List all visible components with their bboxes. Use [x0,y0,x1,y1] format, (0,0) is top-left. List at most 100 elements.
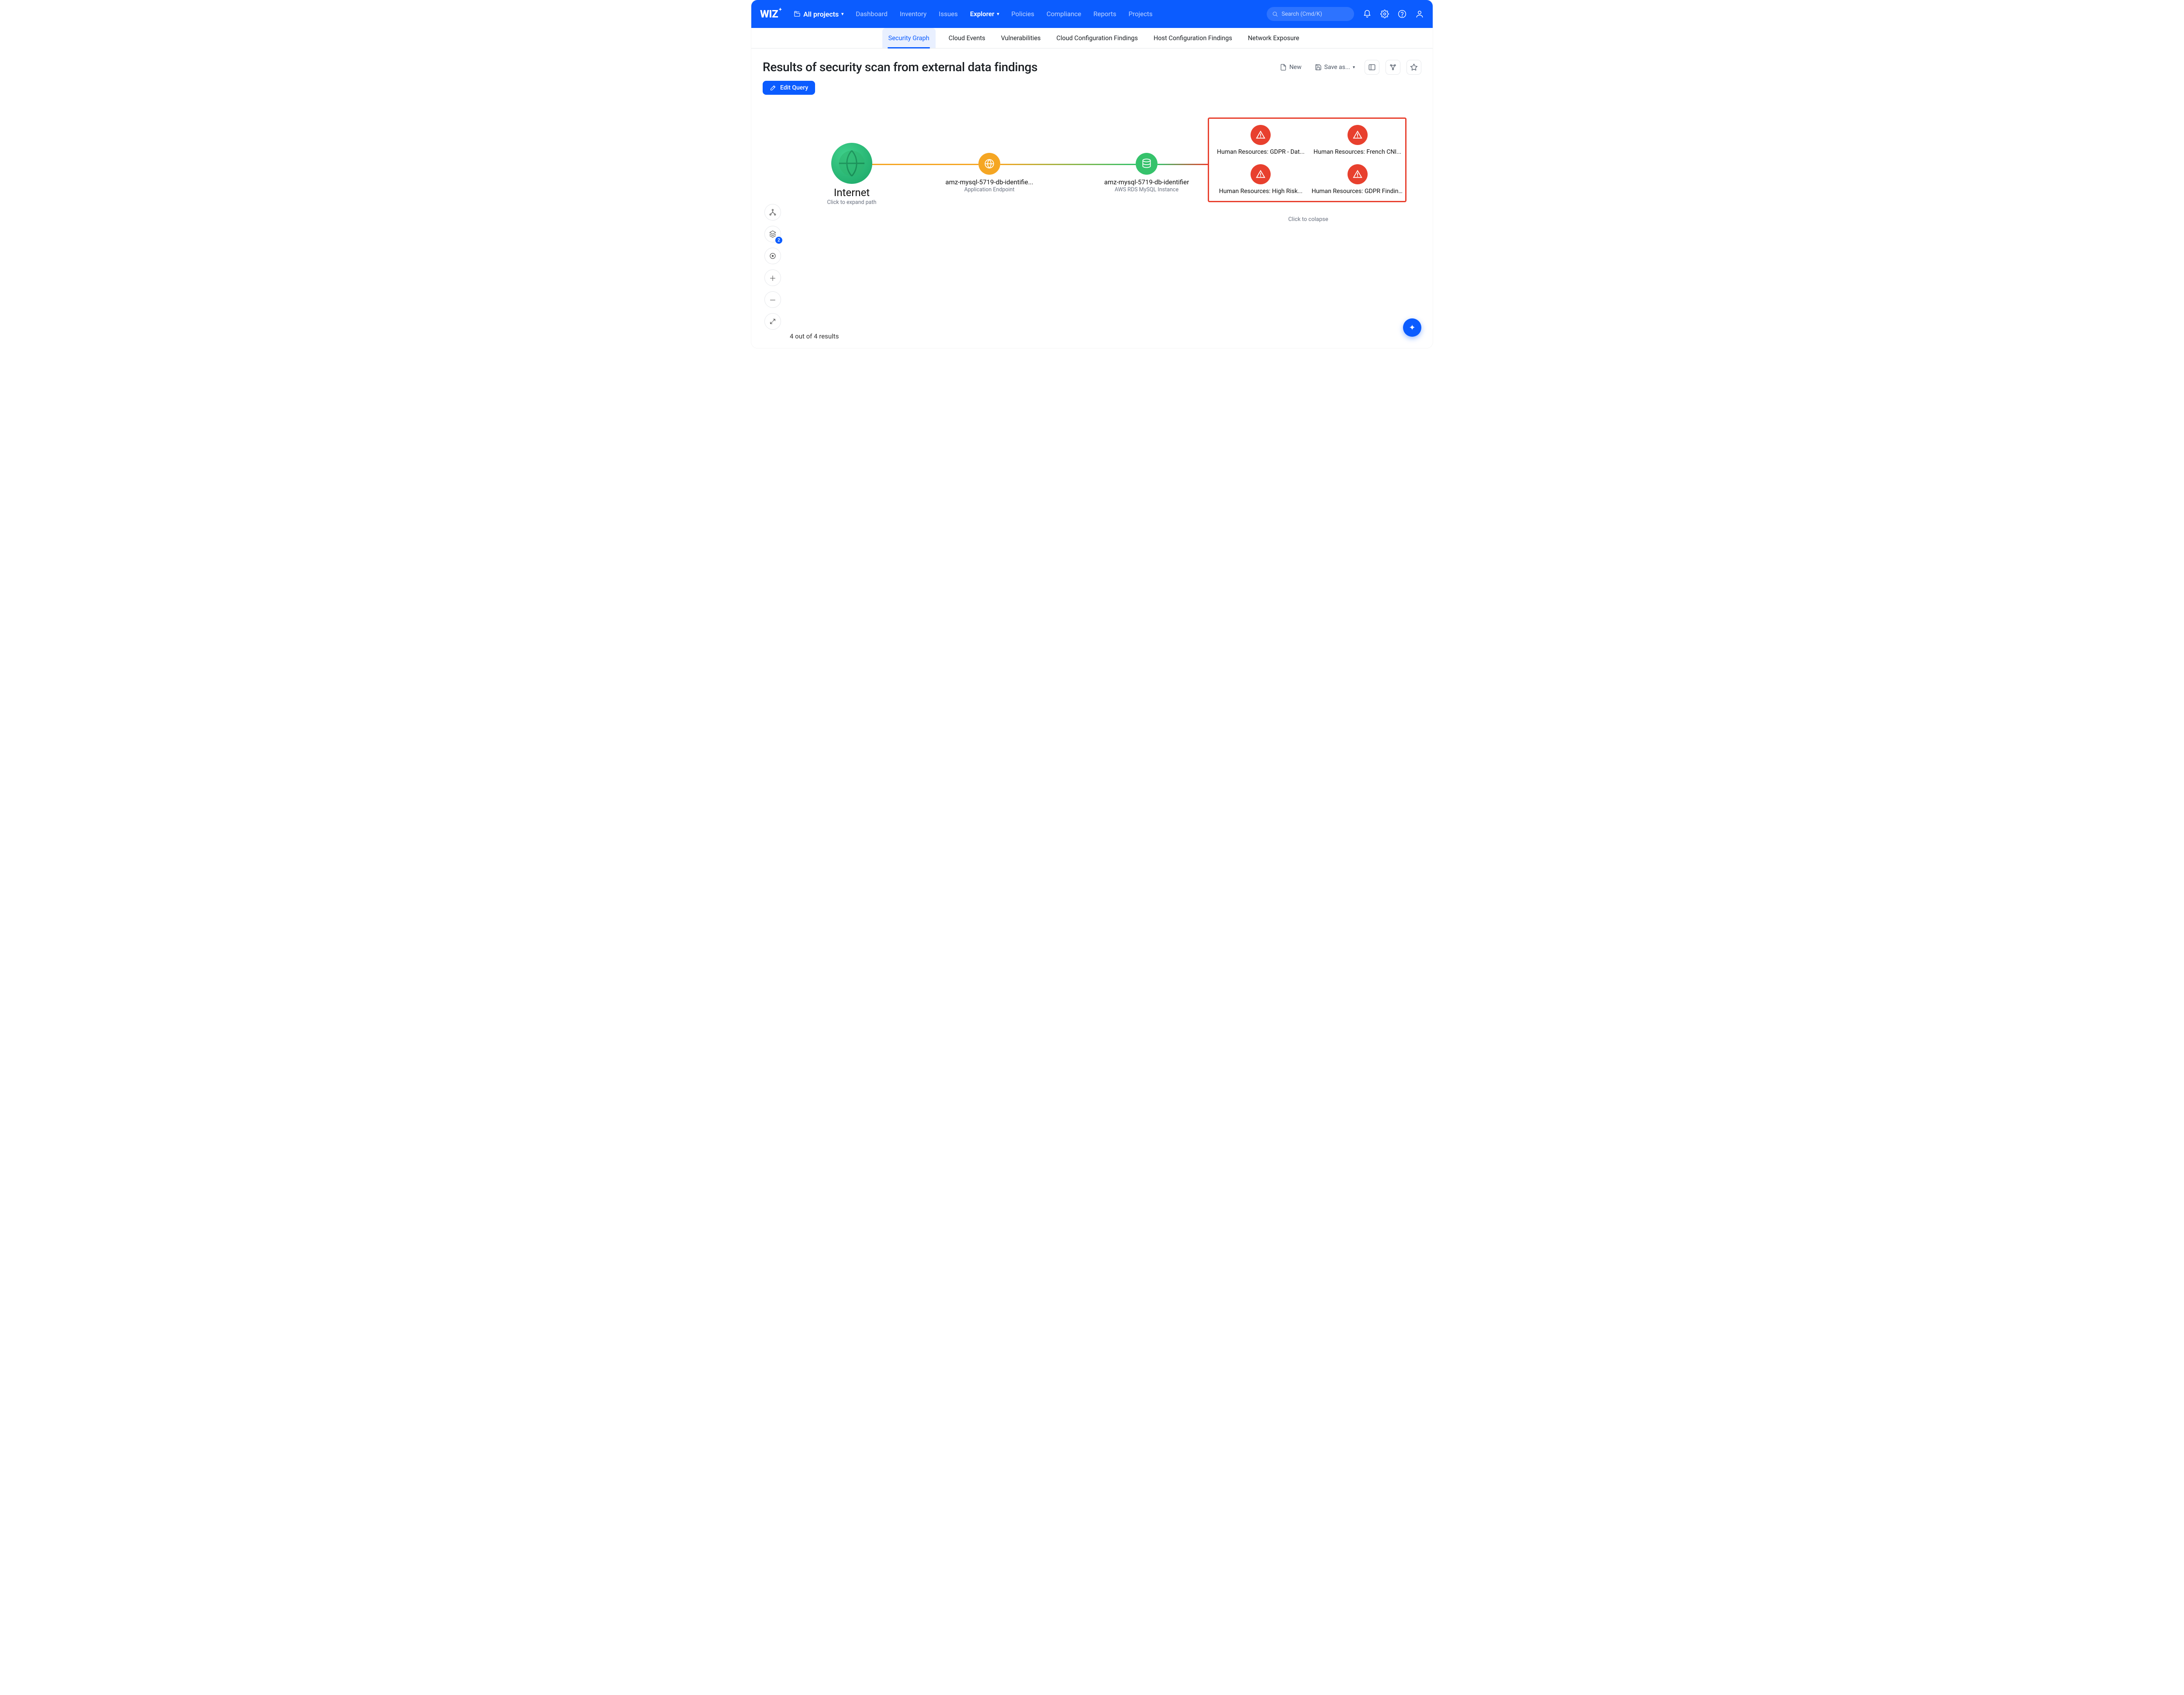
finding-label: Human Resources: French CNI... [1312,148,1403,155]
plus-icon: ＋ [769,273,776,283]
tab-security-graph[interactable]: Security Graph [882,28,936,48]
notifications-icon[interactable] [1363,10,1372,18]
layers-tool-button[interactable]: 2 [764,226,781,242]
graph-view-button[interactable] [1386,60,1400,75]
global-search[interactable]: Search (Cmd/K) [1267,7,1354,21]
nav-label: Explorer [970,10,995,18]
save-icon [1315,64,1322,71]
nav-explorer[interactable]: Explorer▾ [970,10,999,18]
node-subtitle: Application Endpoint [941,186,1037,193]
finding-item[interactable]: Human Resources: GDPR - Dat... [1217,125,1305,155]
node-app-endpoint[interactable]: amz-mysql-5719-db-identifie... Applicati… [941,153,1037,193]
fullscreen-button[interactable] [764,313,781,330]
edit-query-label: Edit Query [780,84,808,91]
alert-icon [1251,125,1271,145]
brand-text: WIZ [760,8,778,20]
chevron-down-icon: ▾ [841,12,843,17]
finding-item[interactable]: Human Resources: GDPR Findings [1312,164,1403,195]
tab-label: Cloud Configuration Findings [1057,35,1138,42]
favorite-button[interactable] [1406,60,1421,75]
nav-inventory[interactable]: Inventory [900,10,926,18]
new-button[interactable]: New [1276,61,1305,73]
node-subtitle: Click to expand path [795,199,909,206]
nav-label: Policies [1011,10,1034,18]
tab-cloud-config-findings[interactable]: Cloud Configuration Findings [1054,28,1140,48]
star-icon [1410,63,1418,71]
results-count: 4 out of 4 results [790,332,839,340]
settings-icon[interactable] [1380,10,1389,18]
endpoint-icon [978,153,1000,175]
ai-assistant-fab[interactable]: ✦ [1403,318,1421,337]
graph-tool-rail: 2 ＋ － [764,204,781,330]
brand-logo[interactable]: WIZ ✦ [760,8,781,20]
header-actions: New Save as... ▾ [1276,60,1421,75]
node-title: amz-mysql-5719-db-identifier [1099,178,1195,186]
node-title: Internet [804,186,900,199]
finding-label: Human Resources: GDPR Findings [1312,188,1403,195]
tab-label: Host Configuration Findings [1154,35,1232,42]
alert-icon [1348,164,1368,184]
nav-policies[interactable]: Policies [1011,10,1034,18]
tab-label: Cloud Events [949,35,985,42]
finding-item[interactable]: Human Resources: French CNI... [1312,125,1403,155]
nav-label: Projects [1129,10,1153,18]
project-picker-label: All projects [803,10,839,18]
chevron-down-icon: ▾ [997,12,999,17]
graph-canvas[interactable]: Internet Click to expand path amz-mysql-… [751,99,1433,348]
nav-reports[interactable]: Reports [1093,10,1116,18]
nav-label: Reports [1093,10,1116,18]
node-internet[interactable]: Internet Click to expand path [795,143,909,206]
topbar-right: Search (Cmd/K) [1267,7,1424,21]
layout-tool-button[interactable] [764,204,781,221]
user-icon[interactable] [1415,10,1424,18]
sparkle-icon: ✦ [1409,323,1415,332]
layers-icon [769,230,777,238]
expand-icon [769,318,776,325]
edit-query-button[interactable]: Edit Query [763,81,815,95]
chevron-down-icon: ▾ [1353,65,1355,70]
sparkle-icon: ✦ [778,7,782,12]
page-title: Results of security scan from external d… [763,60,1037,74]
file-icon [1280,64,1287,71]
tab-cloud-events[interactable]: Cloud Events [946,28,988,48]
node-subtitle: AWS RDS MySQL Instance [1099,186,1195,193]
tab-network-exposure[interactable]: Network Exposure [1245,28,1302,48]
tab-label: Network Exposure [1248,35,1299,42]
pen-icon [770,84,777,91]
zoom-in-button[interactable]: ＋ [764,269,781,286]
center-tool-button[interactable] [764,248,781,264]
hierarchy-icon [769,208,777,216]
folders-icon [794,10,801,17]
findings-group[interactable]: Human Resources: GDPR - Dat... Human Res… [1208,117,1406,202]
minus-icon: － [769,294,776,305]
tab-host-config-findings[interactable]: Host Configuration Findings [1151,28,1235,48]
tab-label: Vulnerabilities [1001,35,1041,42]
save-as-button[interactable]: Save as... ▾ [1311,61,1358,73]
finding-item[interactable]: Human Resources: High Risk... [1217,164,1305,195]
globe-icon [831,143,872,184]
database-icon [1136,153,1158,175]
finding-label: Human Resources: High Risk... [1217,188,1305,195]
page-header: Results of security scan from external d… [751,48,1433,78]
help-icon[interactable] [1398,10,1406,18]
nav-label: Issues [939,10,958,18]
save-as-label: Save as... [1324,64,1350,71]
layout-panel-button[interactable] [1365,60,1379,75]
nav-projects[interactable]: Projects [1129,10,1153,18]
panel-icon [1368,63,1376,71]
collapse-hint: Click to colapse [1265,216,1352,223]
nav-compliance[interactable]: Compliance [1047,10,1081,18]
layers-badge: 2 [775,237,782,244]
search-placeholder: Search (Cmd/K) [1282,11,1322,17]
graph-icon [1389,63,1397,71]
node-title: amz-mysql-5719-db-identifie... [941,178,1037,186]
main-nav: Dashboard Inventory Issues Explorer▾ Pol… [856,10,1152,18]
project-picker[interactable]: All projects ▾ [794,10,843,18]
nav-issues[interactable]: Issues [939,10,958,18]
zoom-out-button[interactable]: － [764,291,781,308]
tab-vulnerabilities[interactable]: Vulnerabilities [999,28,1044,48]
app-window: WIZ ✦ All projects ▾ Dashboard Inventory… [751,0,1433,348]
node-db-instance[interactable]: amz-mysql-5719-db-identifier AWS RDS MyS… [1099,153,1195,193]
tab-label: Security Graph [888,35,930,42]
nav-dashboard[interactable]: Dashboard [856,10,888,18]
